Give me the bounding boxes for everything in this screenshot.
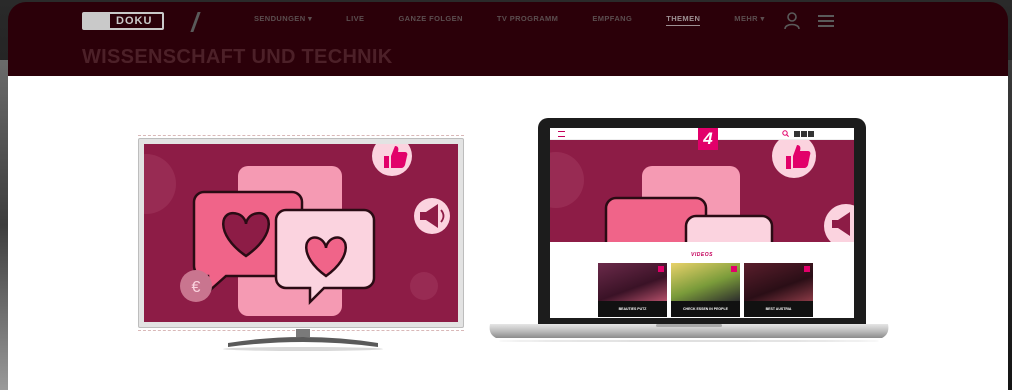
laptop-screen: 4 VIDEOS BEAUTIES PUTZ CHECK ESSEN IN PEO… (550, 128, 854, 318)
laptop-base (489, 324, 889, 342)
logo-mark (84, 14, 110, 28)
nav-item-0[interactable]: SENDUNGEN ▾ (254, 14, 312, 26)
tv-stand (223, 329, 383, 351)
twitter-icon (801, 131, 807, 137)
nav-item-1[interactable]: LIVE (346, 14, 364, 26)
thumbnail-image (671, 263, 740, 301)
doku-logo[interactable]: DOKU (82, 12, 164, 30)
website-hero (550, 140, 854, 242)
website-video-thumbnails: BEAUTIES PUTZ CHECK ESSEN IN PEOPLE BEST A… (598, 263, 813, 317)
nav-item-4[interactable]: EMPFANG (592, 14, 632, 26)
thumbnail-image (598, 263, 667, 301)
thumbnail-title: CHECK ESSEN IN PEOPLE (683, 307, 728, 311)
tv-social-illustration: € (144, 144, 458, 322)
svg-text:€: € (192, 279, 201, 296)
facebook-icon (794, 131, 800, 137)
nav-item-2[interactable]: GANZE FOLGEN (398, 14, 462, 26)
video-thumbnail: BEST AUSTRIA (744, 263, 813, 317)
website-social-icons (794, 131, 814, 137)
nav-items: SENDUNGEN ▾ LIVE GANZE FOLGEN TV PROGRAMM EM… (254, 14, 799, 26)
nav-item-3[interactable]: TV PROGRAMM (497, 14, 558, 26)
browser-window: DOKU SENDUNGEN ▾ LIVE GANZE FOLGEN TV PROGR… (8, 2, 1008, 390)
logo-text: DOKU (116, 15, 153, 27)
tv-screen: € (144, 144, 458, 322)
megaphone-icon (414, 198, 450, 234)
top-navigation: DOKU SENDUNGEN ▾ LIVE GANZE FOLGEN TV PROGR… (8, 2, 1008, 42)
video-thumbnail: BEAUTIES PUTZ (598, 263, 667, 317)
illustration-panel: € 4 VIDEOS BEAUTIES PUTZ CHECK ESSEN IN … (8, 76, 1008, 390)
channel-4-logo: 4 (698, 128, 718, 150)
thumbnail-image (744, 263, 813, 301)
video-thumbnail: CHECK ESSEN IN PEOPLE (671, 263, 740, 317)
website-menu-icon (558, 131, 565, 137)
website-hero-illustration (550, 140, 854, 242)
tv-frame: € (138, 138, 464, 328)
page-title: WISSENSCHAFT UND TECHNIK (82, 46, 393, 68)
hamburger-menu-icon[interactable] (818, 15, 834, 27)
website-videos-heading: VIDEOS (691, 252, 713, 258)
user-icon[interactable] (784, 12, 800, 30)
instagram-icon (808, 131, 814, 137)
slash-icon (190, 12, 212, 32)
screenshot-stage: DOKU SENDUNGEN ▾ LIVE GANZE FOLGEN TV PROGR… (0, 0, 1012, 390)
play-badge-icon (658, 266, 664, 272)
heart-bubble-light-icon (274, 208, 376, 306)
play-badge-icon (804, 266, 810, 272)
nav-item-6[interactable]: MEHR ▾ (734, 14, 764, 26)
euro-icon: € (180, 270, 212, 302)
play-badge-icon (731, 266, 737, 272)
website-search-icon (782, 130, 789, 137)
nav-item-5[interactable]: THEMEN (666, 14, 701, 26)
thumbnail-title: BEAUTIES PUTZ (618, 307, 647, 311)
thumbnail-title: BEST AUSTRIA (765, 307, 792, 311)
